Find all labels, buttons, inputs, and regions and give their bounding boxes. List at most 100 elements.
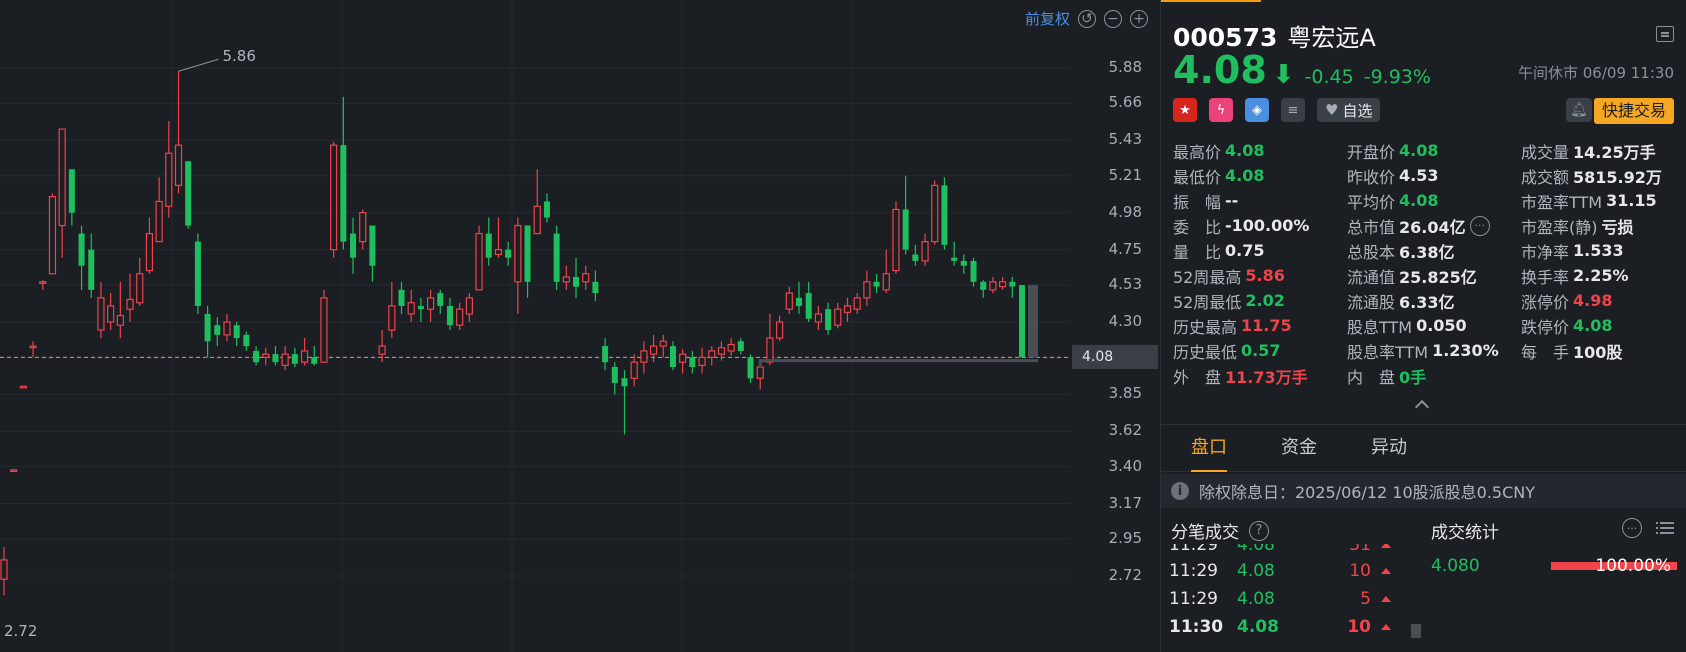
- candle-body-up: [58, 128, 66, 227]
- candle-body-down: [669, 346, 676, 368]
- tick-row: 11:29 4.08 5: [1161, 584, 1421, 614]
- candle-body-up: [630, 361, 638, 379]
- stat-label: 52周最高: [1173, 267, 1242, 287]
- reset-icon[interactable]: ↺: [1078, 9, 1096, 28]
- stat-label: 市盈率(静): [1521, 217, 1598, 237]
- candle-body-down: [253, 350, 260, 363]
- stat-cell: 成交量 14.25万手: [1521, 139, 1683, 163]
- candle-body-up: [155, 200, 163, 243]
- price-change-pct: -9.93%: [1363, 66, 1431, 88]
- add-watchlist-button[interactable]: ♥ 自选: [1317, 98, 1381, 122]
- candle-body-down: [543, 201, 550, 218]
- candle-body-up: [785, 292, 793, 310]
- kline-chart-area[interactable]: 5.86 2.72 前复权 ↺ − + 5.88 5.66 5.43 5.21 4.98 4…: [0, 0, 1160, 652]
- tag-icon[interactable]: ◈: [1245, 98, 1269, 122]
- candle-body-up: [882, 273, 890, 291]
- zoom-in-icon[interactable]: +: [1130, 9, 1148, 28]
- stat-value: 4.08: [1399, 191, 1439, 210]
- tick-time: 11:30: [1169, 617, 1224, 637]
- tick-list[interactable]: 11:29 4.08 51 11:29 4.08 10 11:29 4.08 5 11:30 4.0…: [1161, 544, 1421, 652]
- low-annotation-label: 2.72: [4, 622, 37, 640]
- candle-body-up: [708, 350, 716, 358]
- stat-label: 外 盘: [1173, 367, 1222, 387]
- more-icon[interactable]: ···: [1622, 518, 1642, 538]
- stat-value: 0.57: [1241, 341, 1281, 360]
- note-icon[interactable]: ≡: [1281, 98, 1305, 122]
- candle-body-down: [485, 233, 492, 258]
- zoom-out-icon[interactable]: −: [1104, 9, 1122, 28]
- candle-body-down: [573, 276, 580, 287]
- candle-body-up: [107, 305, 115, 323]
- quick-trade-button[interactable]: 快捷交易: [1593, 98, 1674, 124]
- tab-1[interactable]: 资金: [1281, 424, 1317, 472]
- stat-cell: 量 比 0.75: [1173, 239, 1347, 263]
- candle-body-down: [1018, 285, 1026, 358]
- help-icon[interactable]: ?: [1249, 520, 1269, 541]
- candle-body-up: [863, 281, 871, 299]
- candle-body-up: [834, 308, 842, 326]
- candle-body-up: [19, 385, 27, 389]
- candle-body-up: [378, 345, 386, 355]
- candle-body-down: [941, 185, 948, 245]
- flash-icon[interactable]: ϟ: [1209, 98, 1233, 122]
- stat-value: 4.08: [1573, 316, 1613, 335]
- panel-accent: [1161, 0, 1261, 2]
- candle-body-up: [931, 184, 939, 243]
- candle-body-down: [204, 313, 211, 342]
- layout-toggle-icon[interactable]: [1656, 26, 1674, 42]
- dividend-notice-text: 除权除息日：2025/06/12 10股派股息0.5CNY: [1199, 483, 1536, 502]
- stat-value: 2.25%: [1573, 266, 1629, 285]
- candle-body-down: [602, 346, 609, 363]
- stat-label: 历史最高: [1173, 317, 1238, 337]
- stat-cell: 最高价 4.08: [1173, 139, 1347, 163]
- candle-body-up: [407, 302, 415, 315]
- up-arrow-icon: [1381, 624, 1391, 630]
- stat-value: 2.02: [1245, 291, 1285, 310]
- collapse-caret-icon[interactable]: [1414, 399, 1430, 415]
- stat-label: 平均价: [1347, 192, 1396, 212]
- candle-body-up: [281, 353, 289, 367]
- tick-list-scrollbar[interactable]: [1411, 624, 1421, 638]
- candle-body-down: [553, 233, 560, 282]
- candle-body-up: [223, 321, 231, 336]
- candle-body-down: [621, 378, 628, 387]
- tick-price: 4.08: [1237, 589, 1275, 609]
- stat-label: 量 比: [1173, 242, 1222, 262]
- stat-value: 11.73万手: [1225, 367, 1308, 387]
- tick-price: 4.08: [1237, 561, 1275, 581]
- up-arrow-icon: [1381, 544, 1391, 548]
- watchlist-label: 自选: [1342, 101, 1373, 120]
- stat-cell: 历史最低 0.57: [1173, 339, 1347, 363]
- stat-row: 52周最高 5.86 流通值 25.825亿 换手率 2.25%: [1173, 263, 1683, 288]
- stat-label: 股息TTM: [1347, 317, 1413, 337]
- stat-cell: 总市值 26.04亿 ···: [1347, 214, 1521, 238]
- candle-body-up: [921, 241, 929, 262]
- info-icon: i: [1171, 482, 1189, 500]
- candle-body-down: [796, 297, 803, 306]
- stat-label: 总市值: [1347, 217, 1396, 237]
- adjust-mode-button[interactable]: 前复权: [1025, 8, 1070, 29]
- tab-2[interactable]: 异动: [1371, 424, 1407, 472]
- price-row: 4.08 ⬇ -0.45 -9.93%: [1173, 48, 1431, 92]
- axis-tick-label: 2.95: [1108, 529, 1142, 548]
- kline-chart[interactable]: 5.86 2.72: [0, 0, 1160, 652]
- tick-time: 11:29: [1169, 561, 1218, 581]
- list-icon[interactable]: [1656, 520, 1674, 536]
- axis-tick-label: 5.21: [1108, 165, 1142, 184]
- stat-cell: 总股本 6.38亿: [1347, 239, 1521, 263]
- candle-body-down: [68, 169, 75, 213]
- stat-value: 0手: [1399, 367, 1427, 387]
- stat-label: 股息率TTM: [1347, 342, 1429, 362]
- candle-body-down: [902, 209, 909, 250]
- stat-value: 4.53: [1399, 166, 1439, 185]
- stat-row: 外 盘 11.73万手内 盘 0手: [1173, 363, 1683, 388]
- candle-body-down: [446, 305, 453, 326]
- bell-icon[interactable]: 🔔︎: [1566, 98, 1592, 122]
- candle-body-up: [48, 196, 57, 275]
- more-icon[interactable]: ···: [1469, 215, 1490, 236]
- candle-body-down: [737, 341, 744, 351]
- china-flag-icon[interactable]: ★: [1173, 98, 1197, 122]
- stat-cell: 跌停价 4.08: [1521, 314, 1683, 338]
- stat-label: 成交额: [1521, 167, 1570, 187]
- tab-0[interactable]: 盘口: [1191, 424, 1227, 472]
